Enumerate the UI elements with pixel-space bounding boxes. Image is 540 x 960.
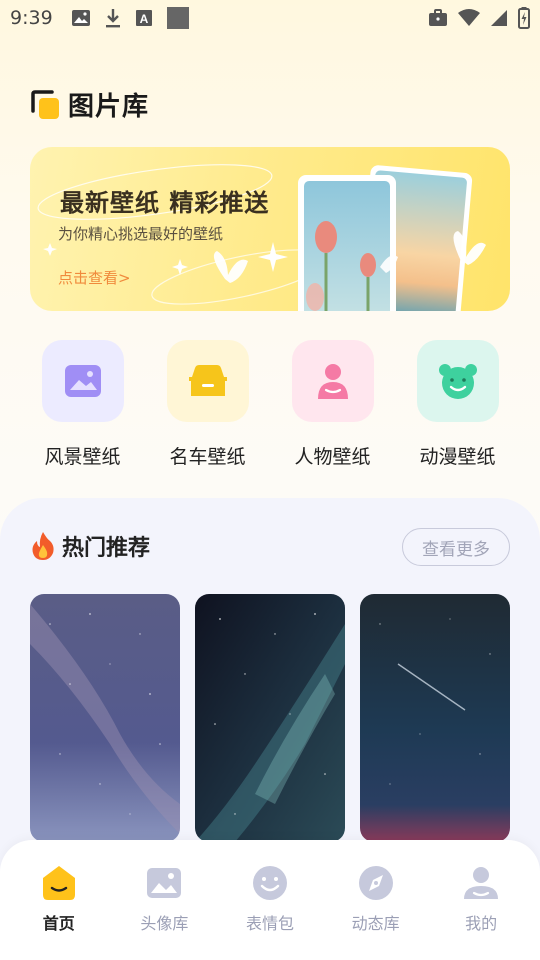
image-icon [147, 868, 182, 898]
category-label: 人物壁纸 [294, 446, 371, 468]
nav-emoji[interactable]: 表情包 [220, 840, 320, 960]
person-icon [291, 340, 374, 422]
promo-banner[interactable]: 最新壁纸 精彩推送 为你精心挑选最好的壁纸 点击查看> [30, 147, 510, 311]
nav-label: 头像库 [140, 914, 189, 933]
smile-icon [252, 866, 287, 900]
briefcase-icon [429, 9, 447, 26]
wifi-icon [458, 9, 480, 26]
category-car[interactable]: 名车壁纸 [153, 340, 263, 469]
status-time: 9:39 [10, 7, 53, 29]
category-label: 动漫壁纸 [419, 446, 496, 468]
hot-header: 热门推荐 [30, 530, 150, 562]
bottom-nav: 首页 头像库 表情包 动态库 我的 [0, 840, 540, 960]
banner-cta-link[interactable]: 点击查看> [58, 267, 131, 288]
bear-icon [416, 340, 499, 422]
fire-icon [32, 532, 54, 560]
wallpaper-thumb-2[interactable] [195, 594, 345, 842]
font-notification-icon: A [135, 10, 152, 26]
car-icon [166, 340, 249, 422]
home-icon [42, 866, 75, 900]
landscape-icon [41, 340, 124, 422]
nav-dynamic-library[interactable]: 动态库 [326, 840, 426, 960]
category-label: 名车壁纸 [169, 446, 246, 468]
status-bar: 9:39 A [0, 0, 540, 36]
nav-label: 首页 [42, 914, 75, 933]
user-icon [464, 867, 499, 899]
signal-icon [491, 10, 507, 26]
wallpaper-thumb-1[interactable] [30, 594, 180, 842]
category-person[interactable]: 人物壁纸 [278, 340, 388, 469]
nav-label: 我的 [465, 914, 498, 933]
view-more-button[interactable]: 查看更多 [402, 528, 510, 566]
download-notification-icon [105, 9, 120, 28]
category-grid: 风景壁纸 名车壁纸 人物壁纸 动漫壁纸 [0, 340, 540, 469]
nav-home[interactable]: 首页 [9, 840, 109, 960]
nav-label: 表情包 [245, 914, 294, 933]
app-header: 图片库 [30, 86, 149, 123]
nav-profile[interactable]: 我的 [431, 840, 531, 960]
compass-icon [358, 866, 393, 900]
category-label: 风景壁纸 [44, 446, 121, 468]
app-logo-icon [31, 89, 59, 119]
square-notification-icon [166, 7, 189, 29]
battery-icon [518, 7, 530, 29]
banner-subtitle: 为你精心挑选最好的壁纸 [58, 225, 224, 243]
page-title: 图片库 [68, 92, 150, 122]
svg-text:A: A [139, 12, 148, 26]
gallery-notification-icon [71, 10, 90, 26]
section-title: 热门推荐 [62, 536, 151, 561]
category-landscape[interactable]: 风景壁纸 [28, 340, 138, 469]
nav-avatar-library[interactable]: 头像库 [114, 840, 214, 960]
category-anime[interactable]: 动漫壁纸 [403, 340, 513, 469]
nav-label: 动态库 [351, 914, 400, 933]
wallpaper-thumb-3[interactable] [360, 594, 510, 842]
banner-title: 最新壁纸 精彩推送 [60, 189, 270, 217]
